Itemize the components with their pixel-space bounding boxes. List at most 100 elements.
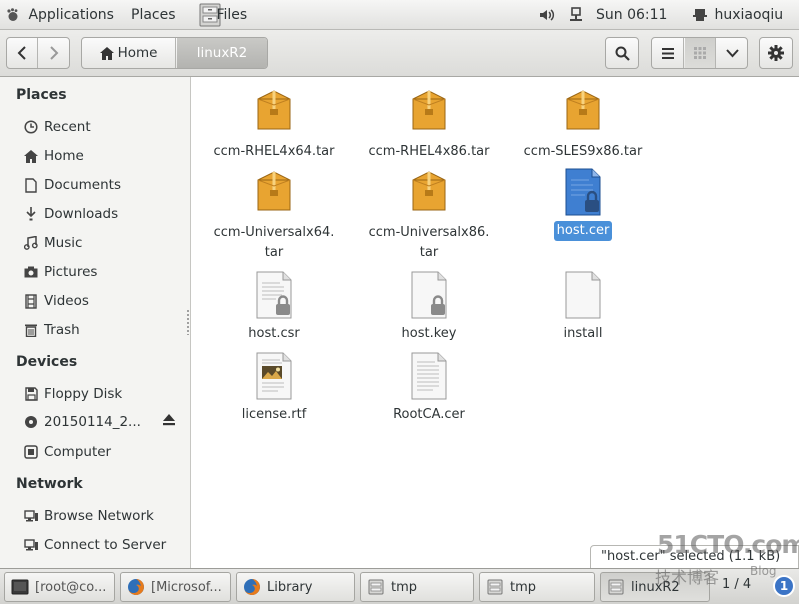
file-item[interactable]: ccm-Universalx86. tar [354, 170, 504, 263]
view-options-button[interactable] [717, 38, 747, 68]
clock[interactable]: Sun 06:11 [596, 0, 667, 30]
sidebar-item-label: Videos [44, 293, 89, 309]
sidebar-item-label: Recent [44, 119, 91, 135]
chevron-right-icon [50, 46, 59, 60]
sidebar: Places Recent Home Documents Downloads M… [0, 77, 191, 568]
file-name-line2: tar [264, 245, 284, 260]
taskbar-item-linuxr2[interactable]: linuxR2 [600, 572, 710, 602]
header-bar: Home linuxR2 [0, 30, 799, 77]
sidebar-item-browse-network[interactable]: Browse Network [22, 503, 184, 529]
files-app-menu[interactable]: Files [197, 0, 247, 30]
view-buttons [651, 37, 748, 69]
settings-button[interactable] [759, 37, 793, 69]
taskbar-item-tmp-1[interactable]: tmp [360, 572, 474, 602]
file-item[interactable]: ccm-RHEL4x64.tar [199, 89, 349, 162]
taskbar-item-terminal[interactable]: [root@co... [4, 572, 115, 602]
network-icon [22, 508, 40, 524]
applications-menu[interactable]: Applications [6, 0, 114, 30]
sidebar-item-label: Browse Network [44, 508, 154, 524]
file-item[interactable]: ccm-SLES9x86.tar [508, 89, 658, 162]
sidebar-item-home[interactable]: Home [22, 143, 184, 169]
grid-view-button[interactable] [685, 38, 716, 68]
computer-icon [22, 444, 40, 460]
sidebar-item-trash[interactable]: Trash [22, 317, 184, 343]
gear-icon [768, 45, 784, 61]
file-name: ccm-SLES9x86.tar [523, 144, 643, 159]
file-item[interactable]: install [508, 271, 658, 344]
taskbar-item-tmp-2[interactable]: tmp [479, 572, 595, 602]
breadcrumb-current[interactable]: linuxR2 [177, 38, 267, 68]
places-menu[interactable]: Places [131, 0, 176, 30]
search-button[interactable] [605, 37, 639, 69]
sidebar-item-label: Connect to Server [44, 537, 167, 553]
taskbar-item-label: Library [267, 579, 313, 595]
eject-icon[interactable] [162, 414, 176, 430]
file-item[interactable]: host.csr [199, 271, 349, 344]
sidebar-item-documents[interactable]: Documents [22, 172, 184, 198]
nav-buttons [6, 37, 70, 69]
sidebar-item-disc[interactable]: 20150114_2... [22, 409, 184, 435]
sidebar-item-videos[interactable]: Videos [22, 288, 184, 314]
file-item[interactable]: RootCA.cer [354, 352, 504, 425]
network-heading: Network [16, 476, 83, 492]
file-name: ccm-Universalx86. tar [366, 223, 493, 263]
floppy-icon [22, 386, 40, 402]
breadcrumb-home[interactable]: Home [82, 38, 176, 68]
terminal-icon [11, 579, 29, 595]
sidebar-item-floppy-disk[interactable]: Floppy Disk [22, 381, 184, 407]
archive-icon [412, 171, 446, 211]
file-item[interactable]: ccm-Universalx64. tar [199, 170, 349, 263]
locked-text-file-icon [256, 271, 292, 319]
taskbar-item-label: [root@co... [35, 579, 107, 595]
file-item[interactable]: license.rtf [199, 352, 349, 425]
sidebar-item-label: Documents [44, 177, 121, 193]
taskbar-item-label: linuxR2 [631, 579, 680, 595]
user-menu[interactable]: huxiaoqiu [693, 0, 783, 30]
sidebar-resize-handle[interactable] [186, 309, 190, 335]
workspace-pager[interactable]: 1 / 4 [722, 577, 751, 592]
rtf-file-icon [256, 352, 292, 400]
archive-icon [412, 90, 446, 130]
sidebar-item-computer[interactable]: Computer [22, 439, 184, 465]
places-label: Places [131, 7, 176, 23]
taskbar-item-library[interactable]: Library [236, 572, 355, 602]
taskbar-item-label: [Microsof... [151, 579, 222, 595]
breadcrumb: Home linuxR2 [81, 37, 268, 69]
folder-window-icon [368, 579, 384, 595]
folder-window-icon [608, 579, 624, 595]
list-view-button[interactable] [652, 38, 684, 68]
forward-button[interactable] [39, 38, 69, 68]
taskbar-item-firefox-microsoft[interactable]: [Microsof... [120, 572, 231, 602]
sidebar-item-recent[interactable]: Recent [22, 114, 184, 140]
clock-icon [22, 119, 40, 135]
text-file-icon [411, 352, 447, 400]
file-item-selected[interactable]: host.cer [508, 168, 658, 241]
file-item[interactable]: host.key [354, 271, 504, 344]
archive-icon [257, 90, 291, 130]
disc-icon [22, 414, 40, 430]
file-item[interactable]: ccm-RHEL4x86.tar [354, 89, 504, 162]
file-name-line1: ccm-Universalx86. [368, 225, 490, 240]
sidebar-item-pictures[interactable]: Pictures [22, 259, 184, 285]
download-icon [22, 206, 40, 222]
file-name-line2: tar [419, 245, 439, 260]
file-name: install [563, 326, 603, 341]
sidebar-item-downloads[interactable]: Downloads [22, 201, 184, 227]
wired-network-icon [570, 7, 582, 21]
speaker-icon [540, 9, 555, 21]
sidebar-item-connect-to-server[interactable]: Connect to Server [22, 532, 184, 558]
user-name: huxiaoqiu [714, 7, 784, 23]
archive-icon [566, 90, 600, 130]
network-indicator[interactable] [569, 0, 583, 30]
taskbar-item-label: tmp [510, 579, 537, 595]
file-name: ccm-RHEL4x64.tar [213, 144, 335, 159]
devices-heading: Devices [16, 354, 78, 370]
sidebar-item-music[interactable]: Music [22, 230, 184, 256]
back-button[interactable] [7, 38, 38, 68]
notification-badge[interactable]: 1 [773, 575, 795, 597]
file-name: ccm-RHEL4x86.tar [368, 144, 490, 159]
folder-window-icon [487, 579, 503, 595]
sidebar-item-label: Home [44, 148, 84, 164]
volume-indicator[interactable] [539, 0, 555, 30]
sidebar-item-label: Pictures [44, 264, 98, 280]
